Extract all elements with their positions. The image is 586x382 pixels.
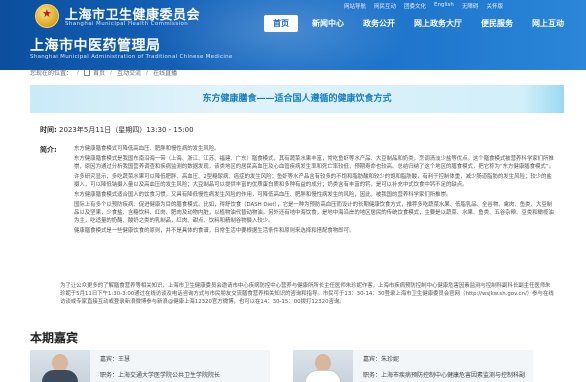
guest-role: 职务：上海市疾病预防控制中心健康危害因素监测与控制科副: [363, 370, 525, 379]
home-icon: [84, 70, 91, 76]
nav-interaction[interactable]: 网上互动: [532, 18, 564, 29]
intro-paragraph: 东方健康膳食模式适合国人的饮食习惯，又具有降低慢性病发生风险的作用，可降低高血压…: [74, 192, 452, 198]
guest-name-label: 嘉宾：: [363, 356, 382, 363]
guest-avatar: [293, 350, 353, 382]
breadcrumb-label: 您现在的位置：: [30, 69, 73, 77]
top-link-interaction[interactable]: 网民互动: [374, 2, 396, 10]
top-link-accessibility[interactable]: 无障碍: [462, 2, 479, 10]
site-header: ★ 上海市卫生健康委员会 Shanghai Municipal Health C…: [0, 0, 586, 70]
breadcrumb-interaction[interactable]: 互动交流: [117, 68, 141, 77]
intro-paragraph: 许多研究显示，多吃蔬菜水果可以降低肥胖、高血压、2型糖尿病、癌症的发生风险；鱼虾…: [74, 174, 552, 188]
top-link-culture[interactable]: 团委文化: [404, 2, 426, 10]
guest-name-value: 朱珍妮: [381, 356, 400, 363]
topic-banner: 东方健康膳食——适合国人遵循的健康饮食方式: [30, 85, 564, 113]
time-value: 2023年5月11日（星期四）13:30 - 15:00: [59, 126, 194, 134]
nav-online-services[interactable]: 网上政务大厅: [414, 18, 462, 29]
guest-role-label: 职务：: [100, 372, 119, 379]
breadcrumb: 您现在的位置： / 首页 / 互动交流 / 在线直播: [30, 66, 177, 78]
intro-paragraph: 健康膳食模式是一些健康饮食的原则，并不是具体的食谱，日常生活中要根据生活条件和原…: [74, 228, 355, 234]
time-label: 时间:: [40, 126, 57, 134]
nav-news[interactable]: 新闻中心: [312, 18, 344, 29]
event-summary: 为了让公众更多的了解膳食营养等相关知识，上海市卫生健康委员会邀请市中心疾病防控中…: [60, 283, 554, 305]
guest-name-value: 王慧: [118, 356, 131, 363]
breadcrumb-separator: /: [77, 68, 80, 76]
national-emblem-icon: ★: [35, 4, 59, 28]
guest-avatar: [30, 350, 90, 382]
breadcrumb-separator: /: [110, 68, 113, 76]
guest-role-value: 上海市疾病预防控制中心健康危害因素监测与控制科副: [381, 372, 526, 379]
guest-name: 嘉宾：王慧: [100, 354, 130, 363]
guest-card: 嘉宾：王慧 职务：上海交通大学医学院公共卫生学院院长: [30, 350, 270, 382]
site-subtitle: Shanghai Municipal Administration of Tra…: [30, 54, 233, 60]
guests-section-title: 本期嘉宾: [30, 331, 79, 345]
main-nav: 首页 新闻中心 政务公开 网上政务大厅 便民服务 网上互动: [264, 14, 583, 32]
intro-paragraph: 东方健康膳食模式是我国东南沿海一带（上海、浙江、江苏、福建、广东）膳食模式，其有…: [74, 156, 554, 170]
event-time: 时间: 2023年5月11日（星期四）13:30 - 15:00: [40, 125, 194, 135]
guest-card: 嘉宾：朱珍妮 职务：上海市疾病预防控制中心健康危害因素监测与控制科副: [293, 350, 533, 382]
nav-public-services[interactable]: 便民服务: [481, 18, 513, 29]
guest-role-label: 职务：: [363, 372, 382, 379]
nav-home[interactable]: 首页: [264, 14, 298, 32]
top-link-care-mode[interactable]: 关怀版: [486, 2, 503, 10]
guest-role: 职务：上海交通大学医学院公共卫生学院院长: [100, 370, 220, 379]
intro-text: 东方健康膳食模式可降低高血压、肥胖和慢性病的发生风险。 东方健康膳食模式是我国东…: [74, 145, 554, 237]
intro-paragraph: 国际上有多个以预防疾病、促进健康为目的膳食模式。比如，得舒饮食（DASH Die…: [74, 202, 554, 224]
topic-title: 东方健康膳食——适合国人遵循的健康饮食方式: [202, 94, 392, 104]
top-link-english[interactable]: English: [434, 2, 454, 10]
avatar-body: [305, 370, 341, 382]
avatar-body: [42, 370, 78, 382]
guest-name-label: 嘉宾：: [100, 356, 119, 363]
guest-name: 嘉宾：朱珍妮: [363, 354, 399, 363]
breadcrumb-separator: /: [146, 68, 149, 76]
breadcrumb-home[interactable]: 首页: [93, 68, 105, 77]
top-link-site-nav[interactable]: 网站导航: [344, 2, 366, 10]
org-subtitle: Shanghai Municipal Health Commission: [65, 21, 189, 27]
nav-open-government[interactable]: 政务公开: [363, 18, 395, 29]
intro-paragraph: 东方健康膳食模式可降低高血压、肥胖和慢性病的发生风险。: [74, 146, 220, 152]
intro-label: 简介:: [40, 146, 57, 154]
site-title[interactable]: 上海市中医药管理局: [30, 35, 161, 55]
top-links: 网站导航 网民互动 团委文化 English 无障碍 关怀版: [344, 2, 503, 10]
guest-role-value: 上海交通大学医学院公共卫生学院院长: [118, 372, 221, 379]
breadcrumb-live[interactable]: 在线直播: [153, 68, 177, 77]
